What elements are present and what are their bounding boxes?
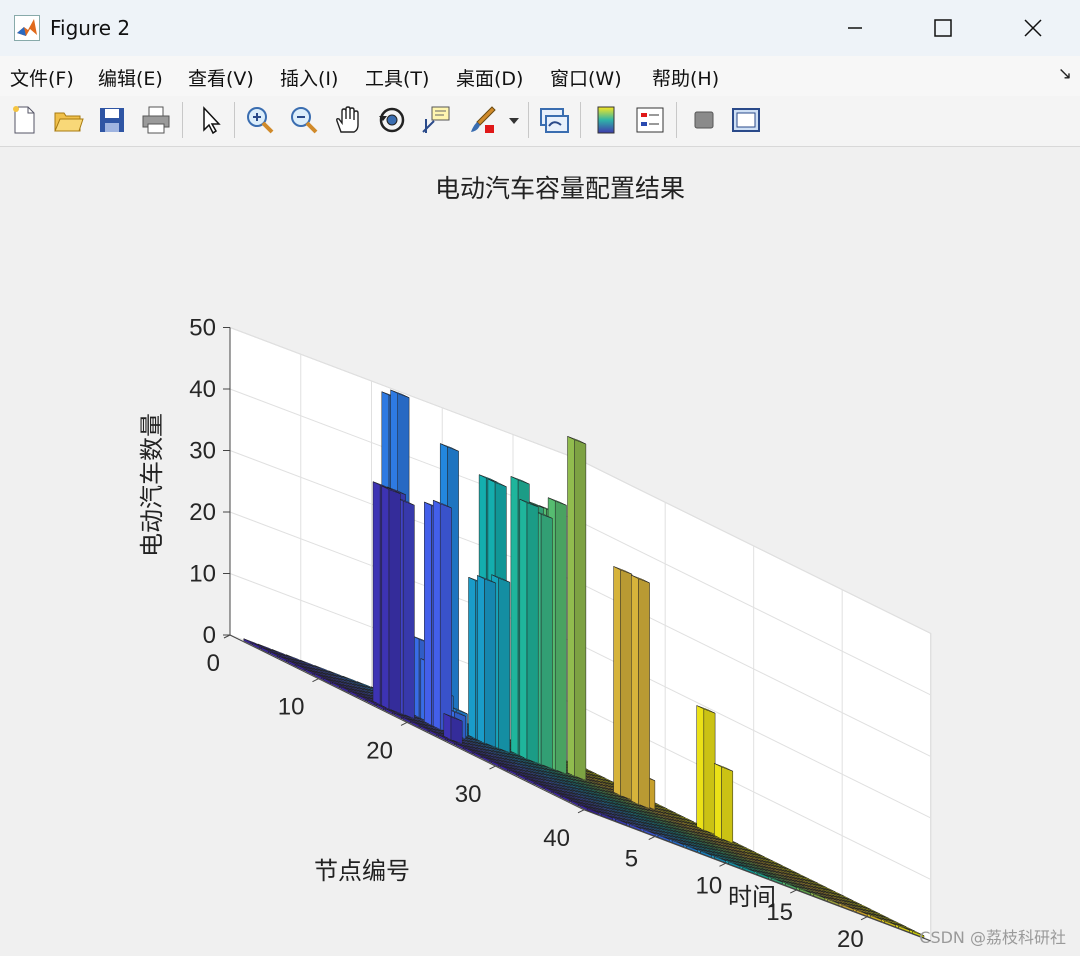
z-tick-label: 50 (189, 315, 216, 342)
y-tick-label: 30 (455, 781, 482, 808)
menu-bar: 文件(F) 编辑(E) 查看(V) 插入(I) 工具(T) 桌面(D) 窗口(W… (0, 56, 1080, 96)
link-plot-icon[interactable] (538, 104, 570, 136)
bar (714, 762, 734, 846)
menu-view[interactable]: 查看(V) (188, 64, 254, 91)
z-tick-label: 40 (189, 376, 216, 403)
pointer-icon[interactable] (194, 104, 226, 136)
bar (696, 705, 716, 837)
window-titlebar: Figure 2 (0, 0, 1080, 56)
x-tick-label: 10 (696, 872, 723, 899)
show-plot-tools-icon[interactable] (730, 104, 762, 136)
legend-icon[interactable] (634, 104, 666, 136)
z-axis-label: 电动汽车数量 (138, 413, 166, 557)
figure-toolbar (0, 96, 1080, 147)
maximize-button[interactable] (920, 10, 966, 46)
bar3-chart[interactable]: 510152001020304001020304050电动汽车容量配置结果时间节… (0, 147, 1080, 956)
z-tick-label: 30 (189, 438, 216, 465)
figure-canvas: 5 10 15 20 0 10 20 30 40 0 10 20 30 40 50 电动汽车容量配置结果 时间节… (0, 147, 1080, 956)
bar (613, 565, 633, 803)
close-button[interactable] (1010, 10, 1056, 46)
z-tick-label: 20 (189, 499, 216, 526)
print-icon[interactable] (140, 104, 172, 136)
colorbar-icon[interactable] (590, 104, 622, 136)
bar (381, 485, 401, 716)
open-file-icon[interactable] (52, 104, 84, 136)
toolbar-separator (580, 102, 581, 138)
new-figure-icon[interactable] (8, 104, 40, 136)
menu-tools[interactable]: 工具(T) (365, 64, 429, 91)
matlab-icon (14, 15, 40, 41)
y-tick-label: 40 (543, 825, 570, 852)
toolbar-separator (234, 102, 235, 138)
y-tick-label: 20 (366, 737, 393, 764)
menu-help[interactable]: 帮助(H) (652, 64, 719, 91)
bar (631, 574, 650, 811)
toolbar-separator (676, 102, 677, 138)
y-axis-label: 节点编号 (314, 857, 410, 885)
z-tick-label: 10 (189, 561, 216, 588)
y-tick-label: 0 (207, 650, 220, 677)
y-tick-label: 10 (278, 694, 305, 721)
x-axis-label: 时间 (728, 883, 776, 911)
hide-plot-tools-icon[interactable] (688, 104, 720, 136)
dropdown-arrow-icon[interactable] (504, 104, 524, 136)
minimize-button[interactable] (832, 10, 878, 46)
pan-hand-icon[interactable] (332, 104, 364, 136)
menu-edit[interactable]: 编辑(E) (98, 64, 163, 91)
maximize-icon (934, 19, 952, 37)
brush-icon[interactable] (466, 104, 498, 136)
menu-file[interactable]: 文件(F) (10, 64, 74, 91)
bar (432, 499, 452, 736)
save-icon[interactable] (96, 104, 128, 136)
minimize-icon (848, 27, 862, 29)
bar (519, 498, 539, 766)
data-cursor-icon[interactable] (420, 104, 452, 136)
toolbar-separator (182, 102, 183, 138)
menu-insert[interactable]: 插入(I) (280, 64, 338, 91)
x-tick-label: 5 (625, 846, 638, 873)
chart-title: 电动汽车容量配置结果 (435, 174, 685, 203)
bar (567, 435, 587, 783)
bar (477, 574, 497, 750)
rotate-3d-icon[interactable] (376, 104, 408, 136)
z-tick-label: 0 (203, 622, 216, 649)
watermark: CSDN @荔枝科研社 (919, 928, 1066, 947)
window-title: Figure 2 (50, 16, 131, 40)
menu-window[interactable]: 窗口(W) (550, 64, 622, 91)
zoom-out-icon[interactable] (288, 104, 320, 136)
close-icon (1024, 19, 1042, 37)
menu-desktop[interactable]: 桌面(D) (456, 64, 523, 91)
toolbar-separator (528, 102, 529, 138)
x-tick-label: 20 (837, 926, 864, 953)
dock-arrow-icon[interactable]: ↘ (1058, 64, 1072, 84)
zoom-in-icon[interactable] (244, 104, 276, 136)
